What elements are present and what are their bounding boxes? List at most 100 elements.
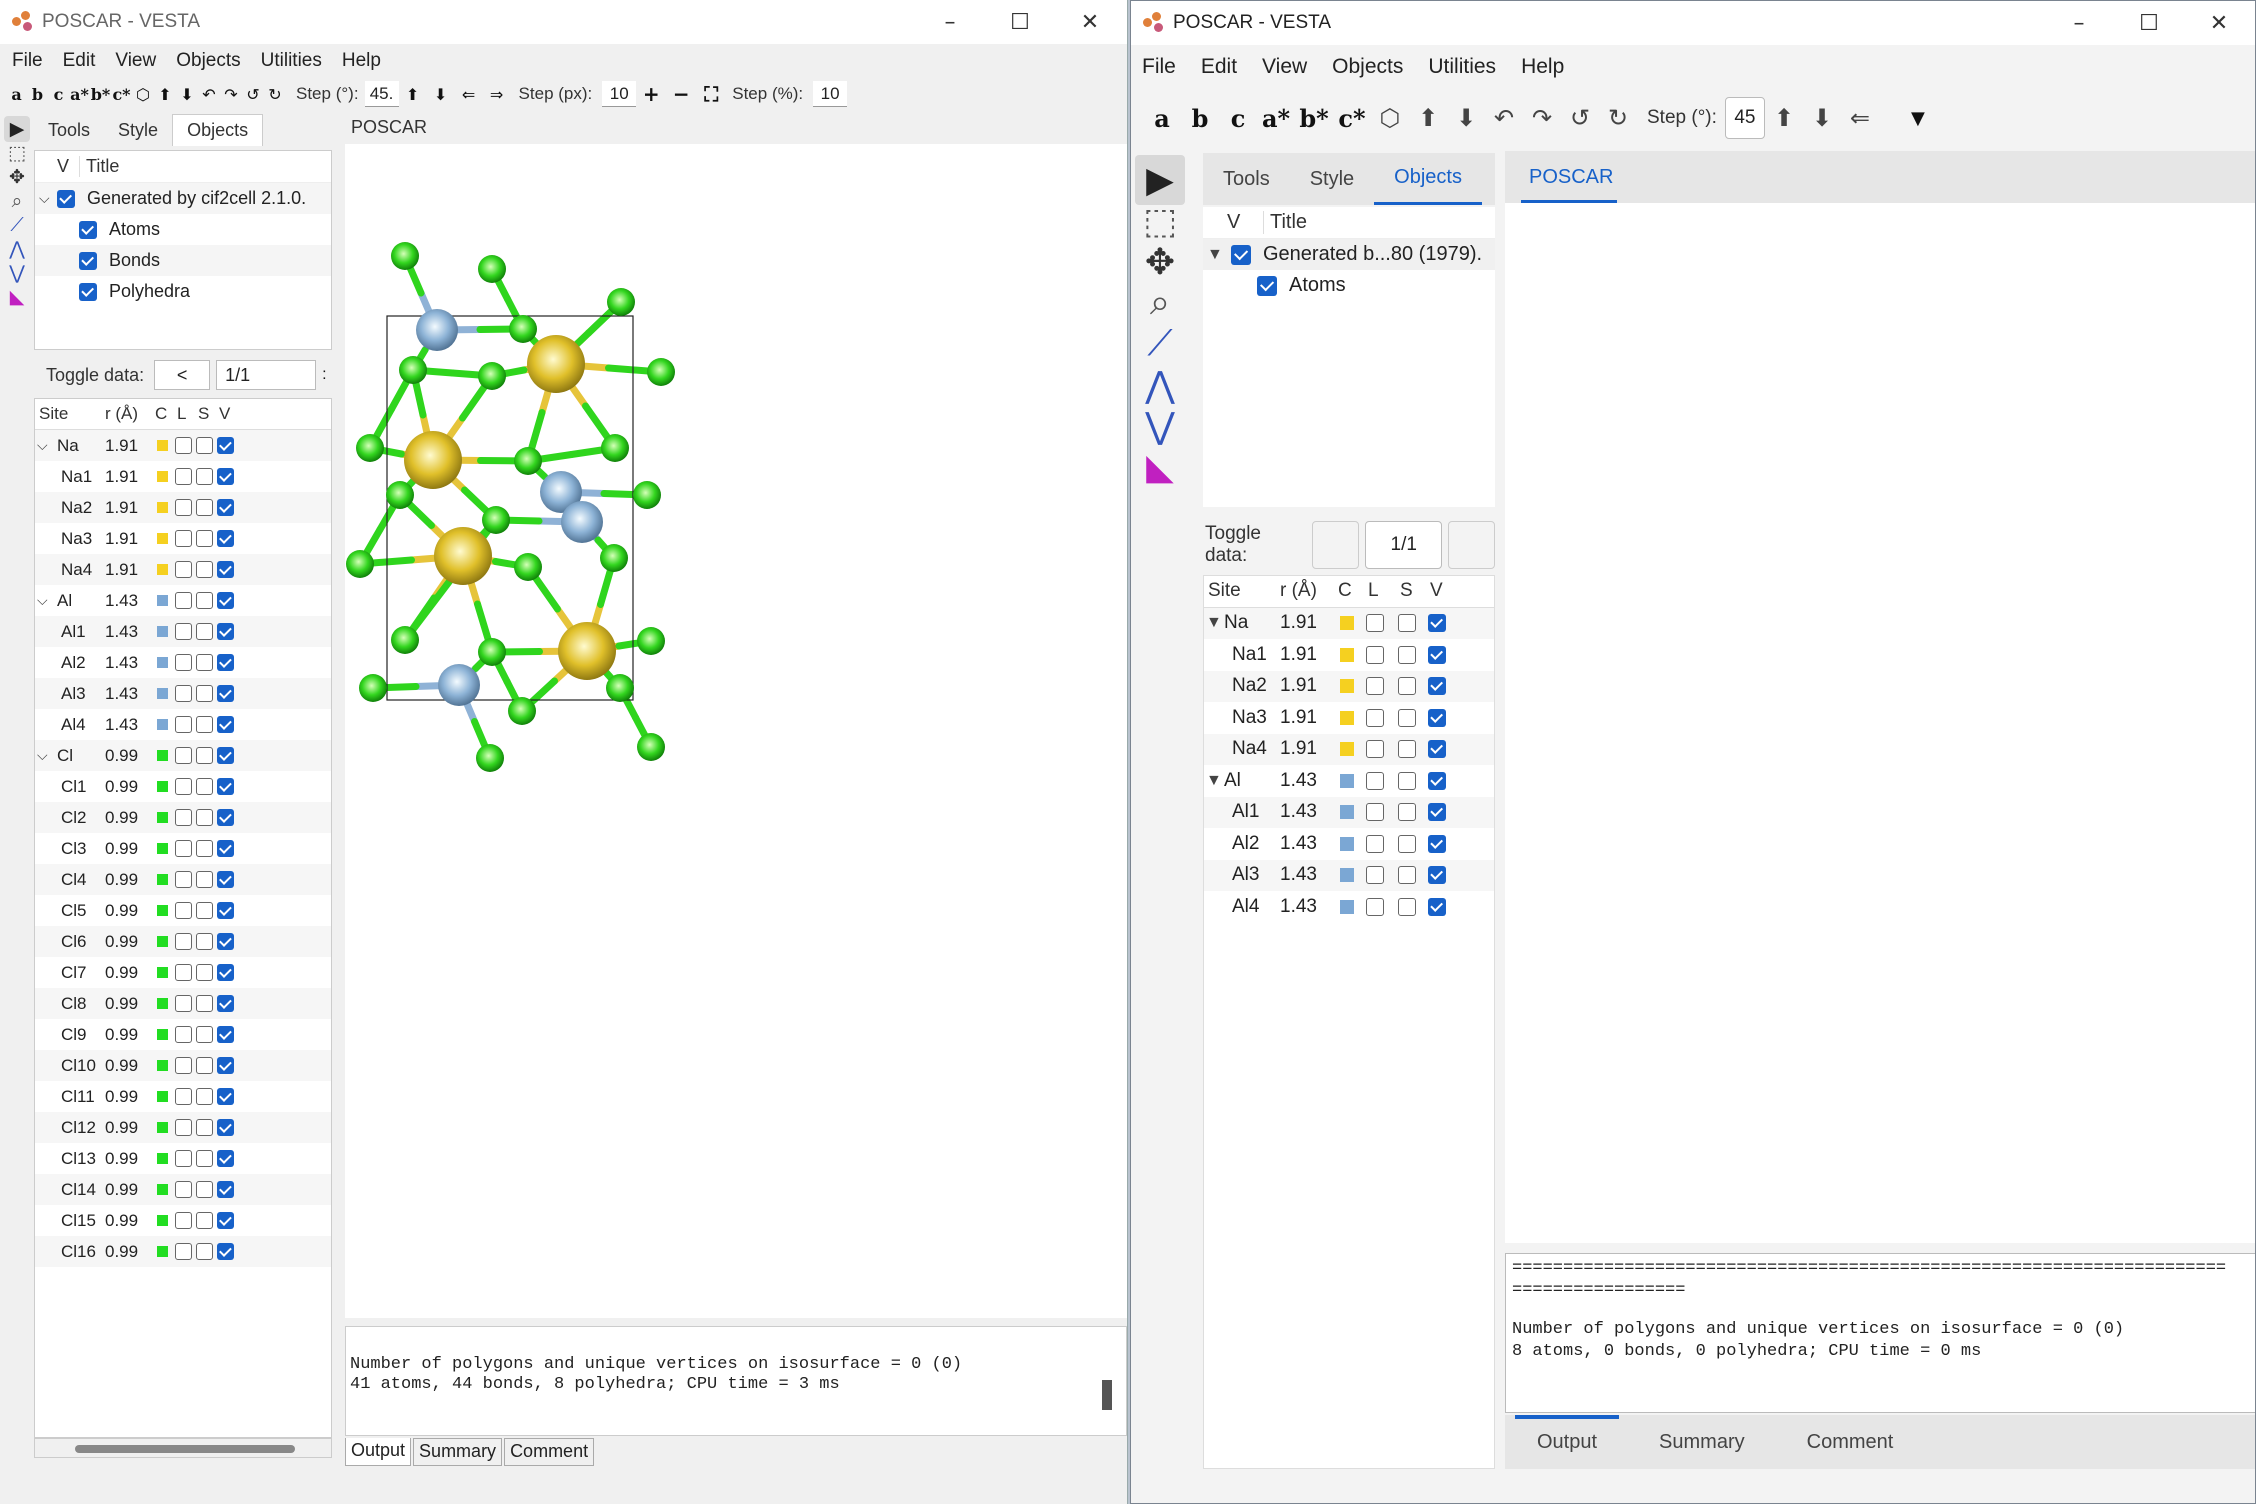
view-along-b-button[interactable]: b: [27, 81, 48, 107]
menu-objects[interactable]: Objects: [1332, 55, 1403, 79]
translate-down-icon[interactable]: ⬇: [427, 81, 455, 107]
cl-atom[interactable]: [647, 358, 675, 386]
visibility-checkbox[interactable]: [217, 902, 234, 919]
right-titlebar[interactable]: POSCAR - VESTA – ☐ ✕: [1131, 1, 2255, 45]
style-checkbox[interactable]: [196, 1026, 213, 1043]
visibility-checkbox[interactable]: [217, 1181, 234, 1198]
na-atom[interactable]: [527, 335, 585, 393]
zoom-out-icon[interactable]: −: [666, 81, 696, 107]
label-checkbox[interactable]: [175, 561, 192, 578]
visibility-checkbox[interactable]: [217, 964, 234, 981]
site-row-cl8[interactable]: Cl8 0.99: [35, 988, 331, 1019]
toggle-more-button[interactable]: :: [322, 366, 326, 384]
visibility-checkbox[interactable]: [217, 716, 234, 733]
maximize-icon[interactable]: ☐: [985, 0, 1055, 44]
site-row-al[interactable]: ⌵ Al 1.43: [35, 585, 331, 616]
site-row-al4[interactable]: Al4 1.43: [1204, 891, 1494, 923]
site-color-swatch[interactable]: [157, 440, 168, 451]
tree-expand-icon[interactable]: ▼: [1206, 772, 1222, 790]
site-color-swatch[interactable]: [157, 1153, 168, 1164]
site-row-cl13[interactable]: Cl13 0.99: [35, 1143, 331, 1174]
cl-atom[interactable]: [514, 447, 542, 475]
cl-atom[interactable]: [508, 697, 536, 725]
site-row-cl3[interactable]: Cl3 0.99: [35, 833, 331, 864]
objects-row-atoms[interactable]: Atoms: [1203, 270, 1495, 301]
label-checkbox[interactable]: [175, 623, 192, 640]
visibility-checkbox[interactable]: [217, 437, 234, 454]
site-row-cl15[interactable]: Cl15 0.99: [35, 1205, 331, 1236]
visibility-checkbox[interactable]: [217, 1026, 234, 1043]
visibility-checkbox[interactable]: [1428, 740, 1446, 759]
label-checkbox[interactable]: [175, 468, 192, 485]
polyhedron-icon[interactable]: ⬡: [1371, 95, 1409, 141]
site-color-swatch[interactable]: [1340, 868, 1354, 883]
toggle-data-field[interactable]: 1/1: [216, 360, 317, 390]
style-checkbox[interactable]: [196, 716, 213, 733]
left-titlebar[interactable]: POSCAR - VESTA – ☐ ✕: [0, 0, 1127, 44]
left-structure-viewport[interactable]: cab: [288, 144, 1127, 1318]
select-box-icon[interactable]: ⬚: [4, 140, 30, 166]
output-tab-comment[interactable]: Comment: [504, 1438, 595, 1466]
visibility-checkbox[interactable]: [217, 840, 234, 857]
visibility-checkbox[interactable]: [1428, 834, 1446, 853]
site-color-swatch[interactable]: [157, 533, 168, 544]
style-checkbox[interactable]: [1398, 677, 1416, 696]
label-checkbox[interactable]: [175, 530, 192, 547]
visibility-checkbox[interactable]: [217, 468, 234, 485]
step-deg-input[interactable]: 45.: [364, 81, 399, 107]
label-checkbox[interactable]: [175, 1057, 192, 1074]
tab-tools[interactable]: Tools: [1203, 153, 1290, 205]
style-checkbox[interactable]: [196, 623, 213, 640]
site-color-swatch[interactable]: [1340, 710, 1354, 725]
label-checkbox[interactable]: [175, 1181, 192, 1198]
menu-utilities[interactable]: Utilities: [261, 50, 322, 72]
tab-objects[interactable]: Objects: [1374, 153, 1482, 205]
rotate-down-icon[interactable]: ⬇: [176, 81, 198, 107]
toggle-data-field[interactable]: 1/1: [1365, 521, 1442, 569]
site-row-na1[interactable]: Na1 1.91: [1204, 639, 1494, 671]
objects-row-generated-by-cif2cell-2-1-0[interactable]: ⌵ Generated by cif2cell 2.1.0.: [35, 183, 331, 214]
menu-file[interactable]: File: [12, 50, 43, 72]
rotate-ccw-icon[interactable]: ↺: [1561, 95, 1599, 141]
style-checkbox[interactable]: [196, 778, 213, 795]
site-color-swatch[interactable]: [157, 626, 168, 637]
style-checkbox[interactable]: [196, 437, 213, 454]
site-row-cl6[interactable]: Cl6 0.99: [35, 926, 331, 957]
objects-row-polyhedra[interactable]: Polyhedra: [35, 276, 331, 307]
site-color-swatch[interactable]: [157, 471, 168, 482]
site-color-swatch[interactable]: [157, 1246, 168, 1257]
style-checkbox[interactable]: [1398, 740, 1416, 759]
visibility-checkbox[interactable]: [217, 499, 234, 516]
style-checkbox[interactable]: [196, 592, 213, 609]
cl-atom[interactable]: [476, 744, 504, 772]
label-checkbox[interactable]: [1366, 834, 1384, 853]
label-checkbox[interactable]: [175, 1026, 192, 1043]
view-along-a-button[interactable]: a: [6, 81, 27, 107]
style-checkbox[interactable]: [196, 902, 213, 919]
visibility-checkbox[interactable]: [217, 747, 234, 764]
select-arrow-icon[interactable]: ▶: [4, 116, 30, 142]
site-color-swatch[interactable]: [1340, 742, 1354, 757]
style-checkbox[interactable]: [1398, 645, 1416, 664]
label-checkbox[interactable]: [175, 747, 192, 764]
label-checkbox[interactable]: [1366, 897, 1384, 916]
site-color-swatch[interactable]: [157, 781, 168, 792]
menu-edit[interactable]: Edit: [63, 50, 96, 72]
cl-atom[interactable]: [359, 674, 387, 702]
edit-bonds-icon[interactable]: ◣: [1135, 442, 1185, 492]
visibility-checkbox[interactable]: [1428, 677, 1446, 696]
cl-atom[interactable]: [600, 544, 628, 572]
label-checkbox[interactable]: [175, 995, 192, 1012]
tree-expand-icon[interactable]: ⌵: [37, 437, 48, 454]
label-checkbox[interactable]: [175, 1212, 192, 1229]
site-color-swatch[interactable]: [1340, 616, 1354, 631]
label-checkbox[interactable]: [175, 809, 192, 826]
visibility-checkbox[interactable]: [217, 592, 234, 609]
style-checkbox[interactable]: [196, 1243, 213, 1260]
style-checkbox[interactable]: [196, 1212, 213, 1229]
visibility-checkbox[interactable]: [217, 1212, 234, 1229]
site-row-cl10[interactable]: Cl10 0.99: [35, 1050, 331, 1081]
menu-utilities[interactable]: Utilities: [1428, 55, 1496, 79]
translate-left-icon[interactable]: ⇐: [455, 81, 483, 107]
cl-atom[interactable]: [356, 434, 384, 462]
